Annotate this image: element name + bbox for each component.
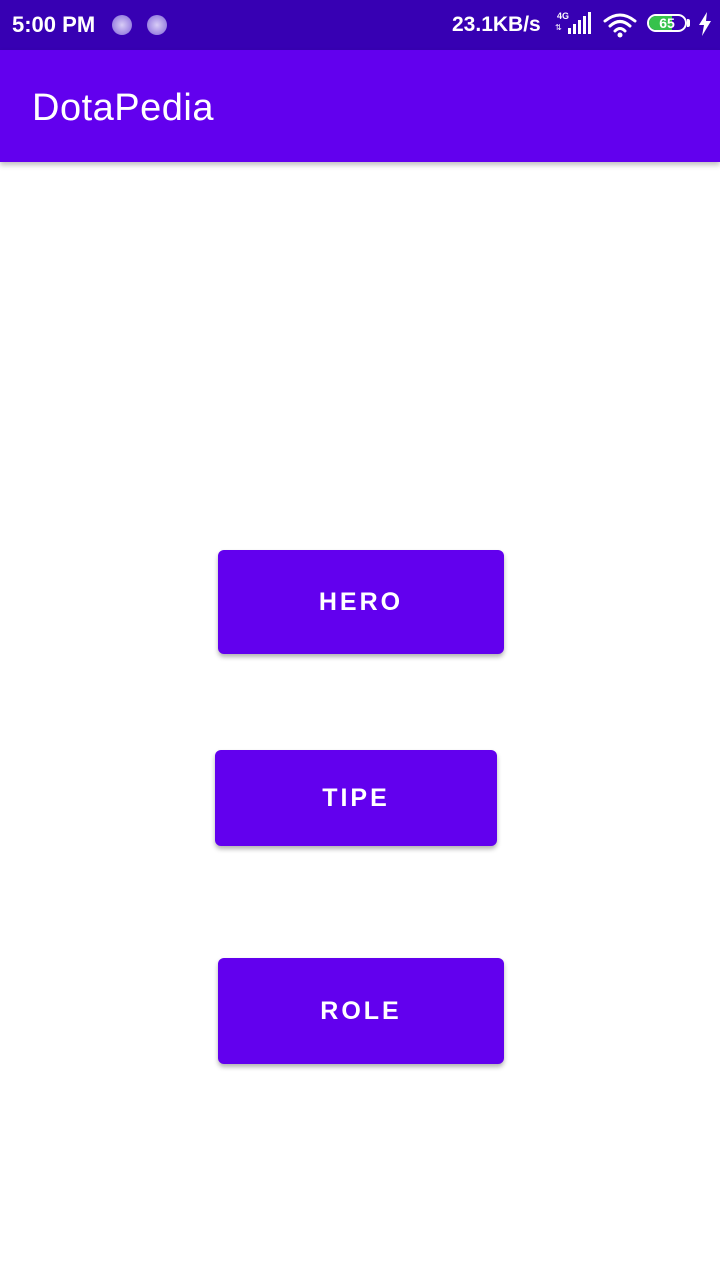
sync-icon — [147, 15, 167, 35]
hero-button[interactable]: HERO — [218, 550, 504, 654]
charging-bolt-icon — [699, 12, 711, 36]
sync-icon — [112, 15, 132, 35]
data-arrows-icon: ⇅ — [555, 23, 562, 32]
cell-signal-icon: 4G ⇅ — [554, 11, 594, 36]
battery-icon: 65 — [647, 14, 691, 34]
role-button[interactable]: ROLE — [218, 958, 504, 1064]
battery-cap — [687, 19, 690, 27]
signal-bars-icon — [568, 12, 591, 34]
network-speed: 23.1KB/s — [452, 13, 541, 36]
app-bar: DotaPedia — [0, 50, 720, 162]
app-title: DotaPedia — [32, 87, 214, 129]
status-bar: 5:00 PM 23.1KB/s 4G ⇅ 65 — [0, 0, 720, 50]
wifi-icon — [603, 13, 637, 38]
battery-level: 65 — [659, 15, 675, 31]
status-time: 5:00 PM — [12, 12, 96, 37]
tipe-button[interactable]: TIPE — [215, 750, 497, 846]
